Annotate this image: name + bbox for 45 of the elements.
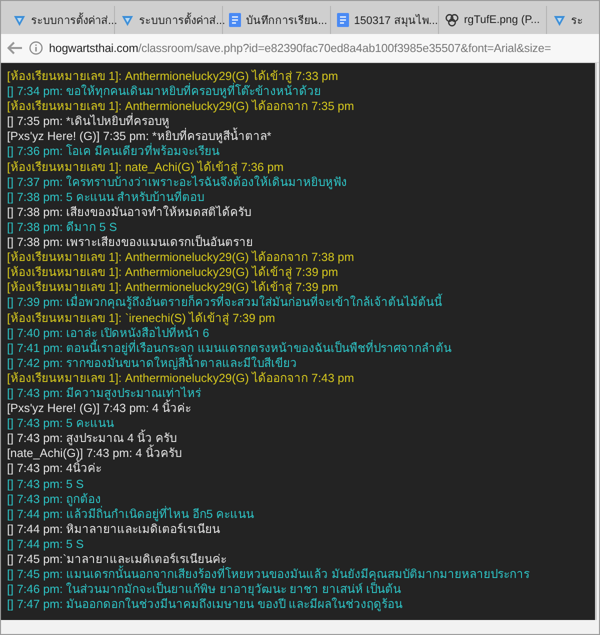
circles-icon [445,13,459,27]
chat-message: [] 7:43 pm: สูงประมาณ 4 นิ้ว ครับ [7,431,176,446]
chat-message: [] 7:40 pm: เอาล่ะ เปิดหนังสือไปที่หน้า 6 [7,326,210,340]
browser-tab[interactable]: ระ [547,6,589,34]
chat-message: [] 7:37 pm: ใครทราบบ้างว่าเพราะอะไรฉันจึงต้องให้เดินมาหยิบหูฟัง [7,174,348,190]
document-icon [229,13,241,27]
chat-message: [] 7:43 pm: มีความสูงประมาณเท่าไหร่ [7,386,202,400]
chat-message: [] 7:43 pm: ถูกต้อง [7,492,102,506]
chat-message: [Pxs'yz Here! (G)] 7:43 pm: 4 นิ้วค่ะ [7,401,192,416]
triangle-icon [121,14,134,26]
chat-message: [] 7:46 pm: ในส่วนมากมักจะเป็นยาแก้พิษ ยาอายุวัฒนะ ยาชา ยาเสน่ห์ เป็นต้น [7,582,402,598]
chat-message: [Pxs'yz Here! (G)] 7:35 pm: *หยิบที่ครอบหูสีน้ำตาล* [7,129,272,144]
chat-message: [] 7:34 pm: ขอให้ทุกคนเดินมาหยิบที่ครอบหูที่โต๊ะข้างหน้าด้วย [7,84,322,100]
chat-message: [ห้องเรียนหมายเลข 1]: Anthermionelucky29(G) ได้ออกจาก 7:43 pm [7,370,356,386]
chat-message: [] 7:39 pm: เมื่อพวกคุณรู้ถึงอันตรายก็ควรที่จะสวมใส่มันก่อนที่จะเข้าใกล้เจ้าต้นไม้ต้นนี้ [7,295,444,310]
chat-message: [] 7:38 pm: เสียงของมันอาจทำให้หมดสติได้ครับ [7,204,252,220]
chat-message: [] 7:44 pm: 5 S [7,536,85,552]
chat-message: [] 7:36 pm: โอเค มีคนเดียวที่พร้อมจะเรียน [7,144,220,160]
info-icon[interactable] [29,41,43,55]
chat-message: [] 7:43 pm: 5 S [7,476,85,492]
chat-message: [nate_Achi(G)] 7:43 pm: 4 นิ้วครับ [7,446,182,460]
chat-message: [] 7:44 pm: แล้วมีถิ่นกำเนิดอยู่ที่ไหน อีก5 คะแนน [7,506,256,522]
chat-message: [] 7:43 pm: 5 คะแนน [7,416,115,432]
chat-message: [] 7:44 pm: หิมาลายาและเมดิเตอร์เรเนียน [7,522,222,537]
chat-message: [] 7:45 pm: แมนเดรกนั้นนอกจากเสียงร้องที่โหยหวนของมันแล้ว มันยังมีคุณสมบัติมากมายหลายประการ [7,567,530,582]
triangle-icon [13,14,26,26]
back-arrow-icon[interactable] [7,41,23,55]
chat-message: [ห้องเรียนหมายเลข 1]: Anthermionelucky29(G) ได้เข้าสู่ 7:39 pm [7,280,338,294]
chat-message: [] 7:42 pm: รากของมันขนาดใหญ่สีน้ำตาลและมีใบสีเขียว [7,356,298,371]
document-icon [337,13,349,27]
chat-message: [ห้องเรียนหมายเลข 1]: nate_Achi(G) ได้เข้าสู่ 7:36 pm [7,160,284,174]
chat-message: [ห้องเรียนหมายเลข 1]: Anthermionelucky29(G) ได้ออกจาก 7:38 pm [7,250,356,266]
chat-message: [ห้องเรียนหมายเลข 1]: Anthermionelucky29(G) ได้เข้าสู่ 7:33 pm [7,69,340,84]
chat-message: [] 7:38 pm: ดีมาก 5 S [7,220,118,234]
chat-message: [ห้องเรียนหมายเลข 1]: `irenechi(S) ได้เข้าสู่ 7:39 pm [7,310,276,326]
chat-message: [] 7:38 pm: 5 คะแนน สำหรับบ้านที่ตอบ [7,190,204,205]
chat-message: [] 7:43 pm: 4นิ้วค่ะ [7,461,103,477]
chat-message: [] 7:41 pm: ตอนนี้เราอยู่ที่เรือนกระจก แมนแดรกตรงหน้าของฉันเป็นพืชที่ปราศจากลำต้น [7,340,452,356]
chat-message: [] 7:35 pm: *เดินไปหยิบที่ครอบหู [7,114,170,128]
chat-message: [] 7:38 pm: เพราะเสียงของแมนเดรกเป็นอันตราย [7,235,254,250]
chat-message: [ห้องเรียนหมายเลข 1]: Anthermionelucky29(G) ได้เข้าสู่ 7:39 pm [7,265,340,280]
triangle-icon [553,14,566,26]
chat-message: [ห้องเรียนหมายเลข 1]: Anthermionelucky29(G) ได้ออกจาก 7:35 pm [7,99,356,114]
chat-message: [] 7:45 pm:`มาลายาและเมดิเตอร์เรเนียนค่ะ [7,552,227,566]
chat-message: [] 7:47 pm: มันออกดอกในช่วงมีนาคมถึงเมษายน ของปี และมีผลในช่วงฤดูร้อน [7,597,404,612]
